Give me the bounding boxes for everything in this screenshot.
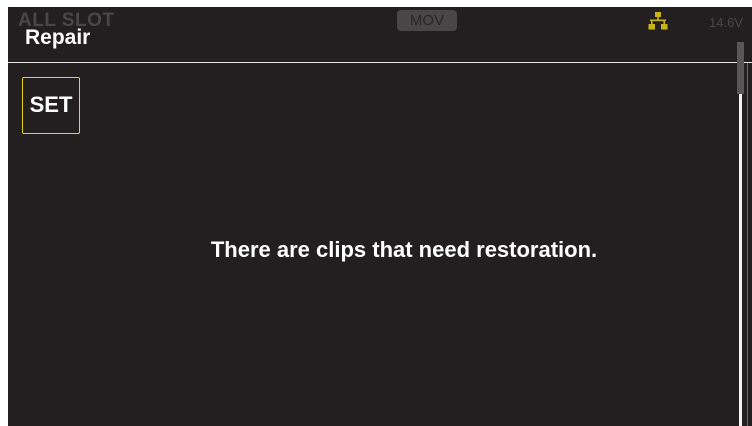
status-bar: ALL SLOT MOV 14.6V (8, 7, 752, 33)
network-icon (648, 12, 668, 30)
title-divider (8, 62, 752, 63)
scrollbar-edge (747, 63, 748, 426)
battery-voltage: 14.6V (709, 15, 743, 30)
format-badge: MOV (397, 10, 457, 31)
scrollbar-track[interactable] (739, 42, 742, 426)
camera-menu-screen: ALL SLOT MOV 14.6V Repair SET There are … (8, 7, 752, 426)
restoration-message: There are clips that need restoration. (210, 237, 598, 262)
page-title: Repair (25, 26, 91, 49)
set-button[interactable]: SET (22, 77, 80, 134)
scrollbar-thumb[interactable] (737, 42, 744, 94)
